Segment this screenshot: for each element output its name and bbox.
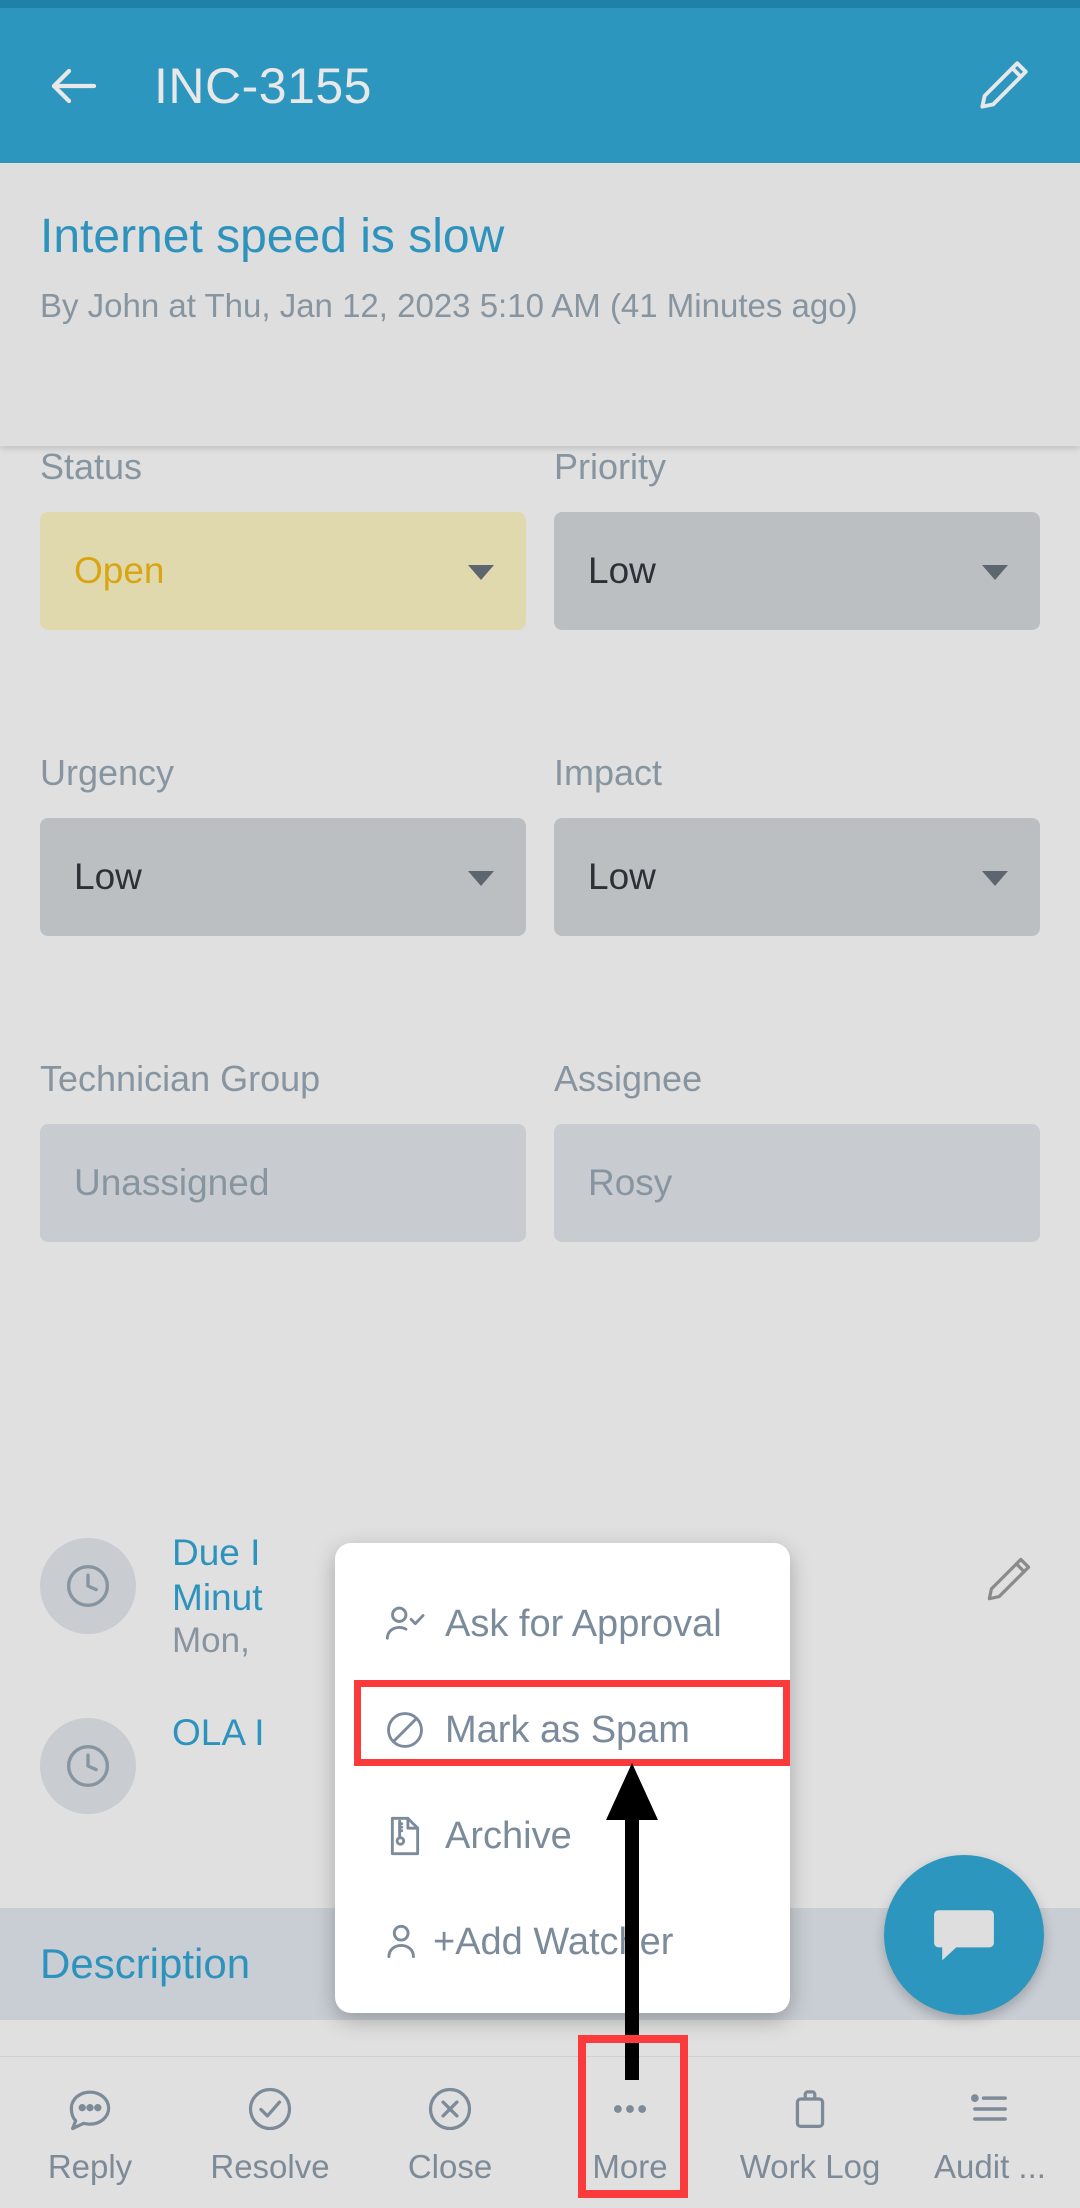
bottom-action-resolve[interactable]: Resolve — [180, 2080, 360, 2186]
chat-dots-icon — [64, 2080, 116, 2138]
field-row-spacer — [0, 630, 1080, 752]
bottom-action-label: Audit ... — [934, 2147, 1046, 2185]
popup-item-mark-as-spam[interactable]: Mark as Spam — [335, 1677, 790, 1783]
ticket-summary-card: Internet speed is slow By John at Thu, J… — [0, 163, 1080, 446]
bottom-action-label: Resolve — [210, 2147, 330, 2185]
bottom-action-label: Reply — [47, 2147, 133, 2185]
check-circle-icon — [244, 2080, 296, 2138]
technician-group-field[interactable]: Unassigned — [40, 1124, 526, 1242]
assignee-value: Rosy — [588, 1162, 673, 1203]
popup-item-add-watcher[interactable]: +Add Watcher — [335, 1889, 790, 1995]
field-technician-group: Technician Group Unassigned — [40, 1058, 526, 1242]
ticket-meta: By John at Thu, Jan 12, 2023 5:10 AM (41… — [40, 286, 858, 324]
priority-value: Low — [588, 550, 656, 591]
bottom-action-label: Close — [407, 2147, 493, 2185]
field-status: Status Open — [40, 446, 526, 630]
field-label-priority: Priority — [554, 446, 667, 487]
field-label-assignee: Assignee — [554, 1058, 703, 1099]
pencil-edit-icon[interactable] — [968, 51, 1038, 121]
popup-item-label: +Add Watcher — [433, 1920, 674, 1963]
app-bar: INC-3155 — [0, 8, 1080, 163]
briefcase-icon — [784, 2080, 836, 2138]
ellipsis-icon — [604, 2080, 656, 2138]
field-row-urgency-impact: Urgency Low Impact Low — [0, 752, 1080, 936]
field-label-urgency: Urgency — [40, 752, 175, 793]
user-add-icon — [381, 1918, 429, 1966]
status-dropdown[interactable]: Open — [40, 512, 526, 630]
field-section: Status Open Priority Low Urgency Low Imp… — [0, 446, 1080, 1242]
archive-file-icon — [381, 1812, 429, 1860]
incident-detail-screen: INC-3155 Internet speed is slow By John … — [0, 0, 1080, 2208]
field-priority: Priority Low — [554, 446, 1040, 630]
popup-item-ask-for-approval[interactable]: Ask for Approval — [335, 1571, 790, 1677]
more-actions-popup: Ask for Approval Mark as Spam Archive +A… — [335, 1543, 790, 2013]
field-impact: Impact Low — [554, 752, 1040, 936]
impact-dropdown[interactable]: Low — [554, 818, 1040, 936]
urgency-dropdown[interactable]: Low — [40, 818, 526, 936]
clock-icon — [40, 1718, 136, 1814]
chat-bubble-icon — [934, 1910, 994, 1961]
bottom-action-bar: Reply Resolve Close More Work Log Audit … — [0, 2056, 1080, 2208]
page-title: INC-3155 — [154, 57, 372, 114]
field-label-technician-group: Technician Group — [40, 1058, 321, 1099]
field-label-impact: Impact — [554, 752, 663, 793]
list-icon — [964, 2080, 1016, 2138]
chevron-down-icon — [468, 871, 494, 886]
description-label: Description — [40, 1940, 251, 1987]
x-circle-icon — [424, 2080, 476, 2138]
popup-item-label: Archive — [445, 1814, 572, 1857]
popup-item-label: Mark as Spam — [445, 1708, 690, 1751]
impact-value: Low — [588, 856, 656, 897]
urgency-value: Low — [74, 856, 142, 897]
field-label-status: Status — [40, 446, 143, 487]
popup-item-label: Ask for Approval — [445, 1602, 722, 1645]
chat-fab-button[interactable] — [884, 1855, 1044, 2015]
field-urgency: Urgency Low — [40, 752, 526, 936]
assignee-field[interactable]: Rosy — [554, 1124, 1040, 1242]
chevron-down-icon — [468, 565, 494, 580]
bottom-action-audit[interactable]: Audit ... — [900, 2080, 1080, 2186]
field-row-group-assignee: Technician Group Unassigned Assignee Ros… — [0, 1058, 1080, 1242]
bottom-action-work-log[interactable]: Work Log — [720, 2080, 900, 2186]
bottom-action-label: More — [592, 2147, 668, 2185]
user-check-icon — [381, 1600, 429, 1648]
ticket-subject: Internet speed is slow — [40, 210, 505, 263]
technician-group-value: Unassigned — [74, 1162, 270, 1203]
clock-icon — [40, 1538, 136, 1634]
field-row-status-priority: Status Open Priority Low — [0, 446, 1080, 630]
status-bar — [0, 0, 1080, 8]
priority-dropdown[interactable]: Low — [554, 512, 1040, 630]
block-icon — [381, 1706, 429, 1754]
popup-item-archive[interactable]: Archive — [335, 1783, 790, 1889]
bottom-action-reply[interactable]: Reply — [0, 2080, 180, 2186]
bottom-action-close[interactable]: Close — [360, 2080, 540, 2186]
field-assignee: Assignee Rosy — [554, 1058, 1040, 1242]
status-value: Open — [74, 550, 165, 591]
chevron-down-icon — [982, 871, 1008, 886]
pencil-edit-icon[interactable] — [980, 1552, 1040, 1612]
bottom-action-more[interactable]: More — [540, 2080, 720, 2186]
field-row-spacer — [0, 936, 1080, 1058]
bottom-action-label: Work Log — [739, 2147, 881, 2185]
chevron-down-icon — [982, 565, 1008, 580]
back-arrow-icon[interactable] — [42, 54, 106, 118]
